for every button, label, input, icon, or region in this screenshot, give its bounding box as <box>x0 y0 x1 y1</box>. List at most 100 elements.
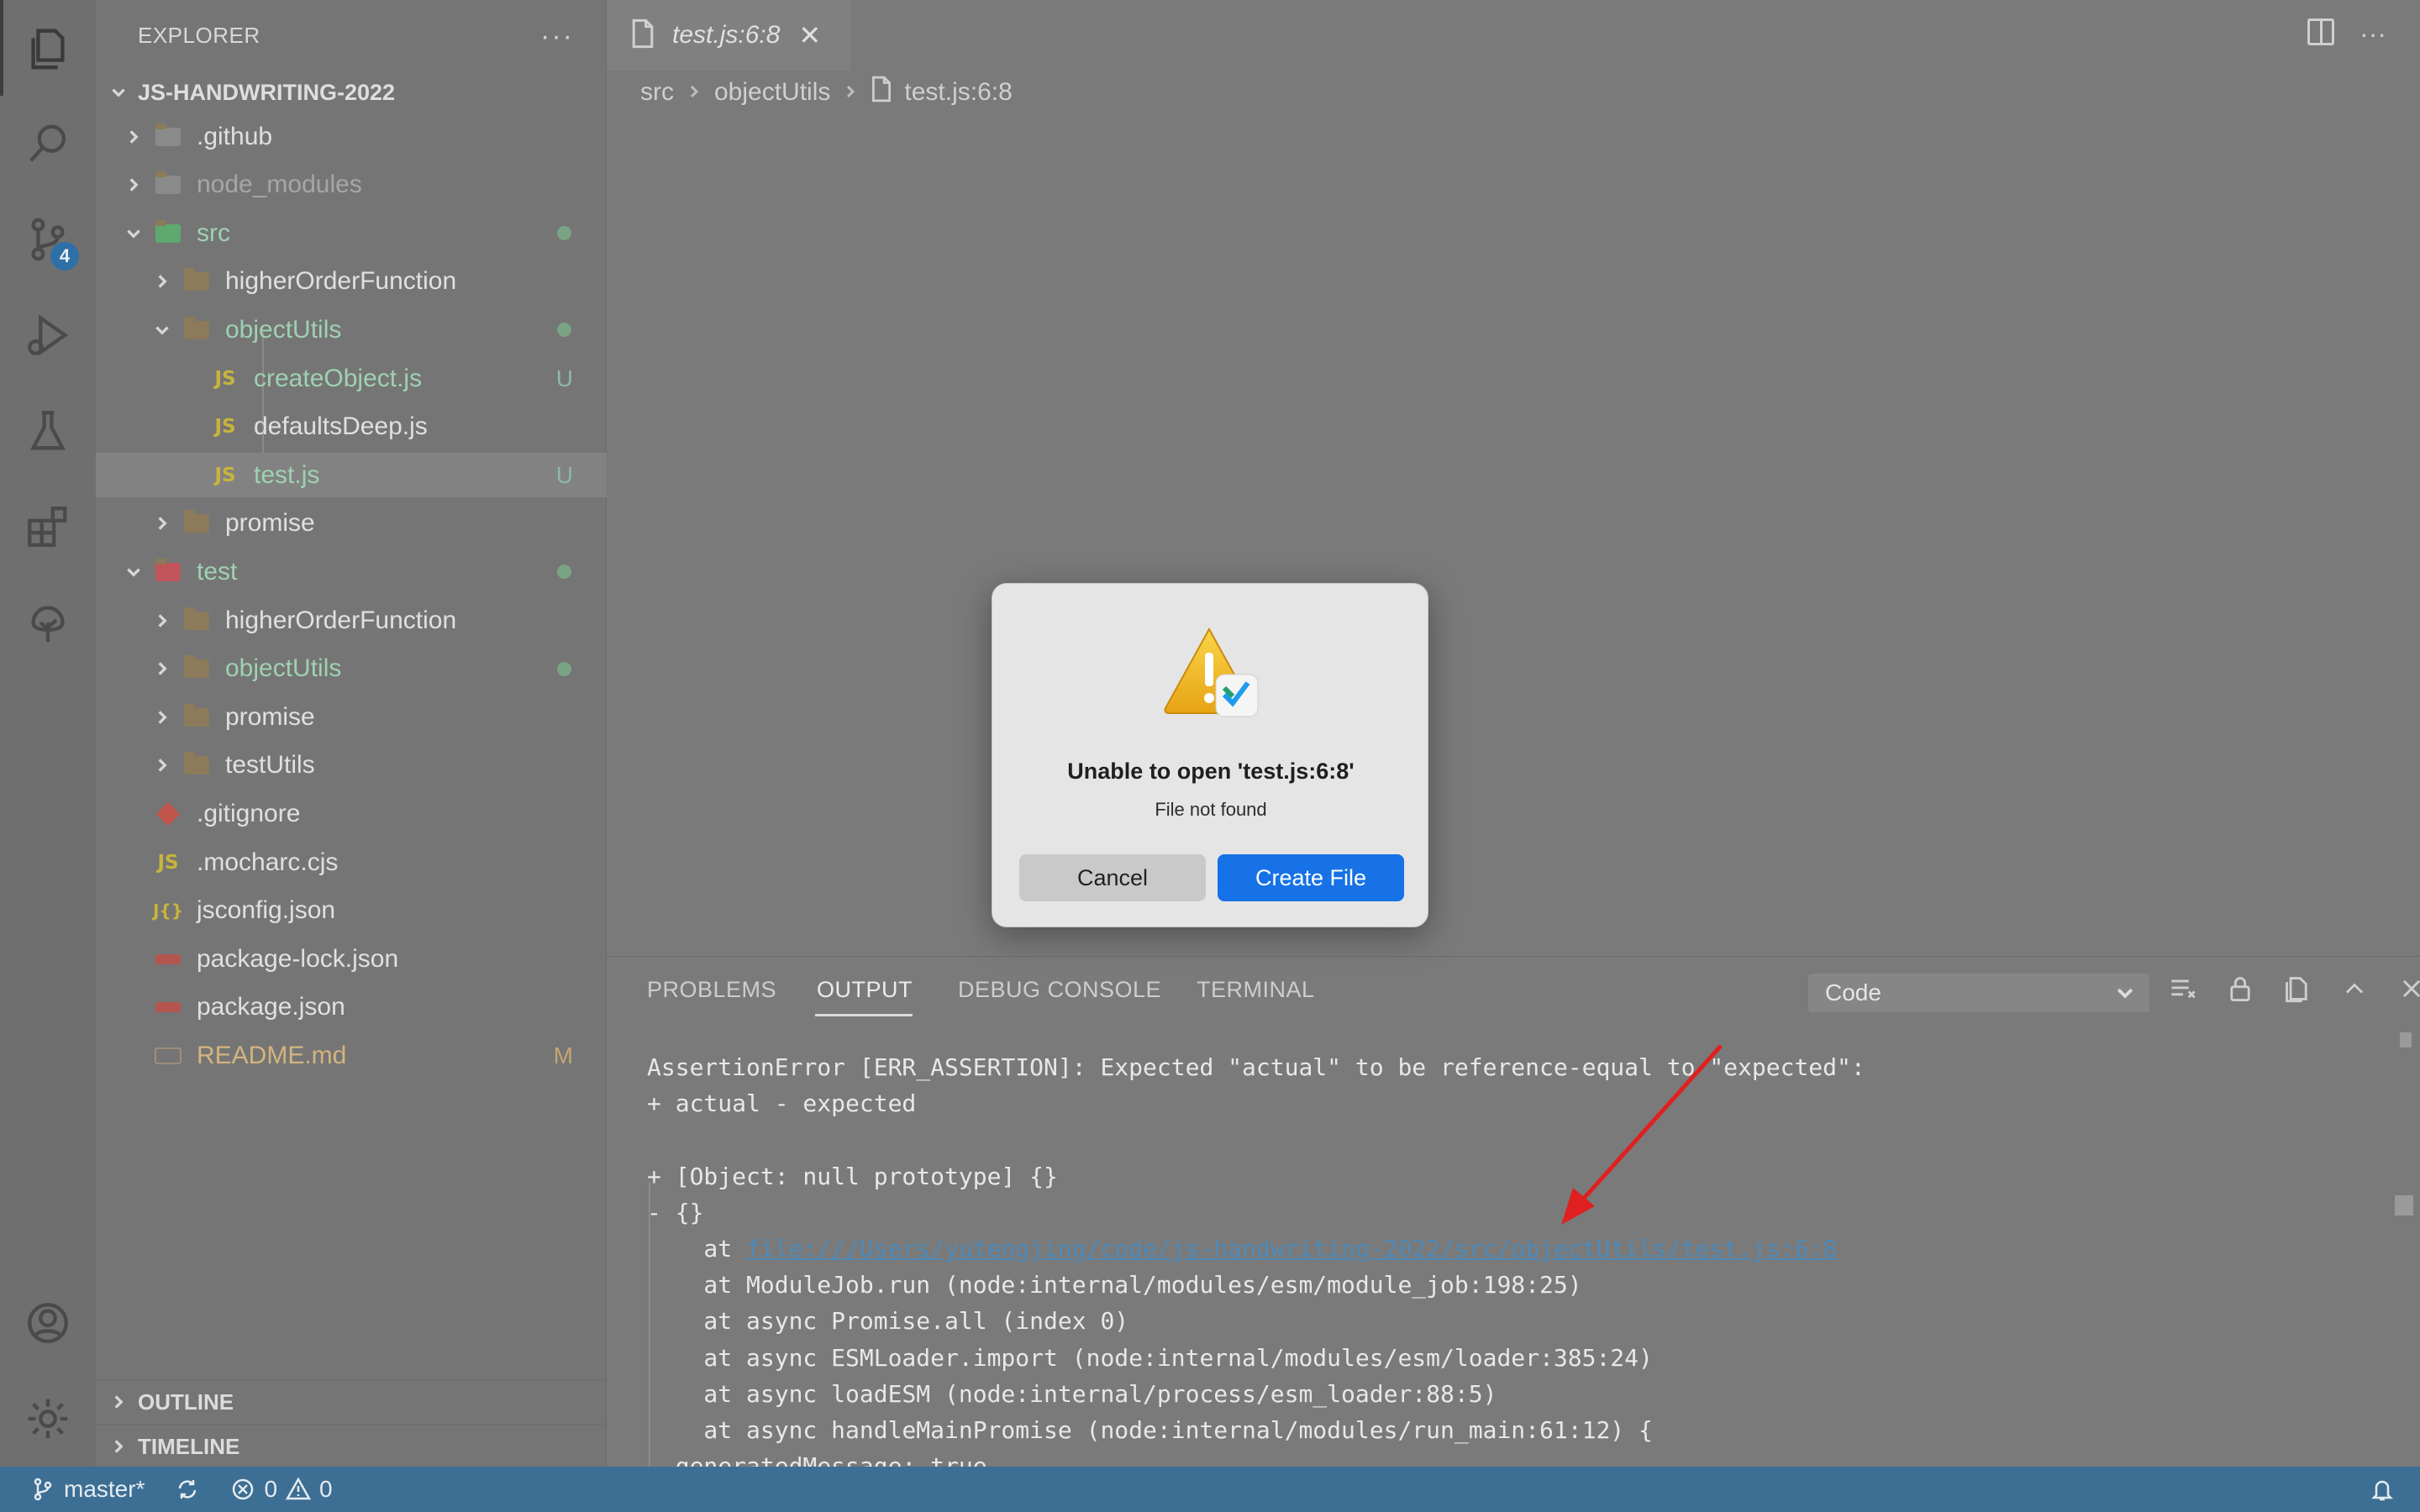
tree-item[interactable]: objectUtils <box>96 307 607 352</box>
maximize-panel-icon[interactable] <box>2338 972 2371 1005</box>
tree-item[interactable]: README.md M <box>96 1033 607 1078</box>
tab-output[interactable]: OUTPUT <box>817 977 913 1003</box>
output-text: at async handleMainPromise (node:interna… <box>647 1415 1653 1444</box>
tab-debug-console[interactable]: DEBUG CONSOLE <box>958 977 1161 1003</box>
editor-area: test.js:6:8 ✕ ··· src objectUtils test.j… <box>607 0 2420 956</box>
tree-item[interactable]: test <box>96 549 607 594</box>
split-editor-icon[interactable] <box>2307 18 2335 45</box>
dialog-title: Unable to open 'test.js:6:8' <box>1067 759 1355 784</box>
javascript-file-icon: JS <box>214 367 236 390</box>
tree-item[interactable]: JS createObject.js U <box>96 356 607 401</box>
chevron-right-icon <box>150 608 175 633</box>
tree-item[interactable]: node_modules <box>96 163 607 207</box>
timeline-section[interactable]: TIMELINE <box>96 1424 607 1468</box>
git-status-badge: M <box>553 1042 573 1068</box>
output-text: at async ESMLoader.import (node:internal… <box>647 1343 1653 1372</box>
tree-item[interactable]: promise <box>96 501 607 546</box>
javascript-file-icon: JS <box>214 416 236 438</box>
folder-icon <box>182 606 212 633</box>
create-file-button[interactable]: Create File <box>1218 854 1404 901</box>
scrollbar-marker <box>2395 1195 2413 1215</box>
output-text: + actual - expected <box>647 1089 917 1118</box>
tree-item-label: .mocharc.cjs <box>197 848 339 876</box>
tab-label: test.js:6:8 <box>672 21 781 49</box>
tree-item-label: .github <box>197 122 273 150</box>
special-folder-icon <box>153 123 183 150</box>
modified-dot-indicator <box>557 564 571 580</box>
scrollbar-thumb[interactable] <box>2400 1032 2412 1047</box>
cancel-button[interactable]: Cancel <box>1019 854 1206 901</box>
lock-icon[interactable] <box>2223 972 2257 1005</box>
problems-summary[interactable]: 0 0 <box>230 1476 333 1503</box>
clear-output-icon[interactable] <box>2166 972 2200 1005</box>
tab-problems[interactable]: PROBLEMS <box>647 977 776 1003</box>
testing-icon[interactable] <box>0 383 96 479</box>
dialog-message: File not found <box>1155 799 1267 820</box>
npm-file-icon <box>153 995 183 1020</box>
tab-terminal[interactable]: TERMINAL <box>1197 977 1315 1003</box>
outline-section[interactable]: OUTLINE <box>96 1379 607 1424</box>
explorer-icon[interactable] <box>0 0 96 96</box>
tab-test-js[interactable]: test.js:6:8 ✕ <box>607 0 850 71</box>
accounts-icon[interactable] <box>0 1275 96 1371</box>
git-branch[interactable]: master* <box>30 1476 145 1503</box>
output-line: at ModuleJob.run (node:internal/modules/… <box>647 1267 2378 1303</box>
tree-item[interactable]: JS .mocharc.cjs <box>96 840 607 885</box>
extensions-icon[interactable] <box>0 479 96 575</box>
tree-item[interactable]: higherOrderFunction <box>96 598 607 643</box>
sync-icon <box>179 1480 197 1499</box>
special-folder-icon <box>153 558 183 585</box>
tree-item[interactable]: JS defaultsDeep.js <box>96 405 607 449</box>
tree-item-label: README.md <box>197 1041 347 1069</box>
tree-item[interactable]: objectUtils <box>96 647 607 691</box>
explorer-more-icon[interactable]: ··· <box>540 20 574 53</box>
tab-close-icon[interactable]: ✕ <box>798 19 821 51</box>
open-log-file-icon[interactable] <box>2281 972 2314 1005</box>
tree-item[interactable]: package-lock.json <box>96 937 607 981</box>
chevron-right-icon <box>150 656 175 681</box>
output-line: at file:///Users/yutengjing/code/js-hand… <box>647 1231 2378 1267</box>
breadcrumb-item[interactable]: test.js:6:8 <box>904 78 1012 107</box>
sync-button[interactable] <box>175 1477 200 1502</box>
tree-item[interactable]: .gitignore <box>96 791 607 836</box>
output-line: - {} <box>647 1194 2378 1231</box>
tree-item[interactable]: testUtils <box>96 743 607 788</box>
folder-icon <box>182 752 212 778</box>
folder-icon <box>182 703 212 730</box>
chevron-right-icon <box>686 78 702 107</box>
notifications-bell-icon[interactable] <box>2370 1477 2395 1508</box>
editor-more-icon[interactable]: ··· <box>2360 18 2386 50</box>
tree-view-icon[interactable] <box>0 575 96 670</box>
chevron-down-icon <box>106 80 131 105</box>
close-panel-icon[interactable] <box>2395 972 2420 1005</box>
jsconfig-file-icon: J{} <box>153 900 183 921</box>
tree-item-label: defaultsDeep.js <box>254 412 428 441</box>
modified-dot-indicator <box>557 226 571 241</box>
tree-item[interactable]: package.json <box>96 985 607 1030</box>
timeline-label: TIMELINE <box>138 1433 240 1459</box>
output-channel-select[interactable]: Code <box>1808 974 2149 1012</box>
chevron-right-icon <box>121 124 146 150</box>
tree-item[interactable]: higherOrderFunction <box>96 260 607 304</box>
source-control-icon[interactable]: 4 <box>0 192 96 287</box>
tree-item[interactable]: promise <box>96 695 607 739</box>
breadcrumb: src objectUtils test.js:6:8 <box>640 74 1013 111</box>
breadcrumb-item[interactable]: objectUtils <box>714 78 830 107</box>
breadcrumb-item[interactable]: src <box>640 78 674 107</box>
workspace-root-label: JS-HANDWRITING-2022 <box>138 79 396 105</box>
tree-item[interactable]: .github <box>96 114 607 159</box>
tree-item[interactable]: JS test.js U <box>96 453 607 498</box>
error-icon <box>233 1478 254 1500</box>
folder-icon <box>182 268 212 294</box>
search-icon[interactable] <box>0 96 96 192</box>
settings-gear-icon[interactable] <box>0 1371 96 1467</box>
output-line: at async ESMLoader.import (node:internal… <box>647 1340 2378 1376</box>
run-debug-icon[interactable] <box>0 287 96 383</box>
file-link[interactable]: file:///Users/yutengjing/code/js-handwri… <box>746 1235 1837 1263</box>
tree-item-label: jsconfig.json <box>197 896 336 925</box>
tree-item[interactable]: src <box>96 211 607 255</box>
workspace-root[interactable]: JS-HANDWRITING-2022 <box>96 71 607 114</box>
tree-item[interactable]: J{} jsconfig.json <box>96 889 607 933</box>
